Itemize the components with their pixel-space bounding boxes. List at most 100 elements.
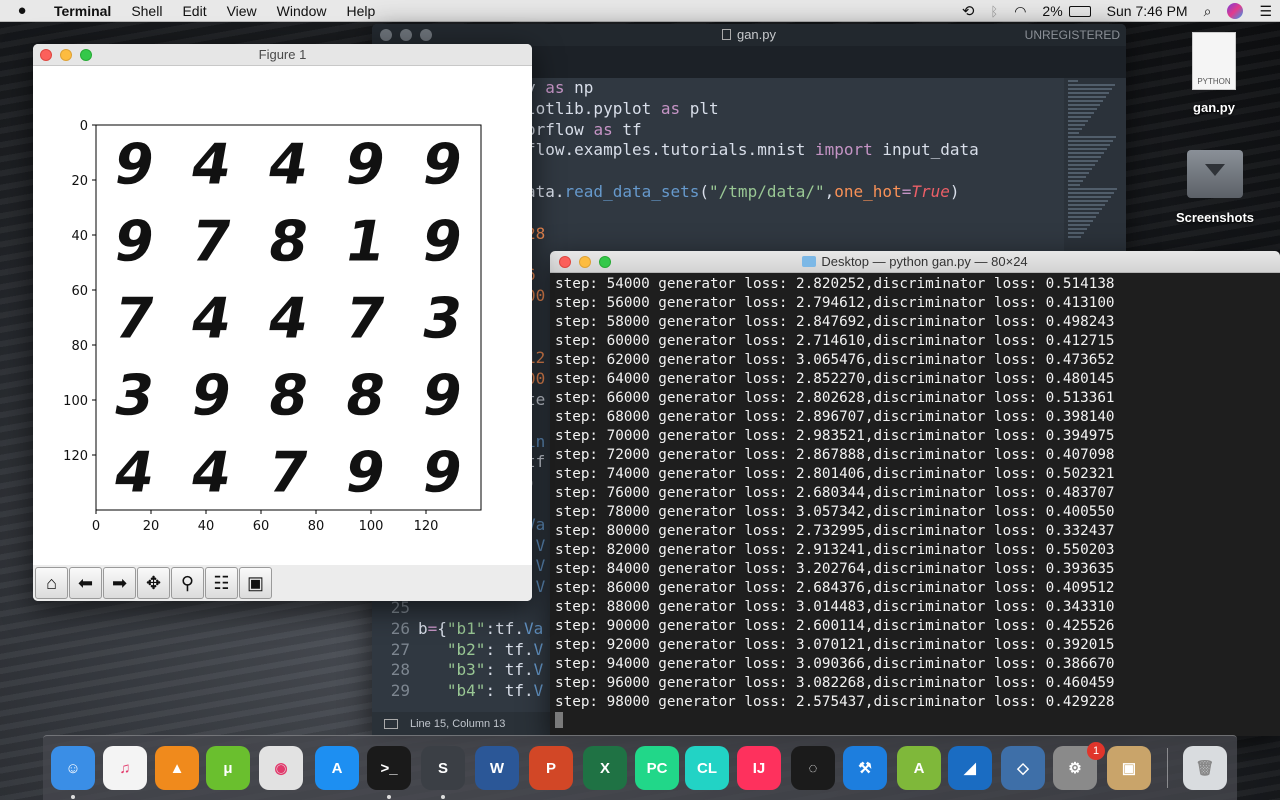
log-label: step: [555,295,607,311]
app-glyph: ♫ [119,759,131,777]
minimap-line [1068,216,1096,218]
preview-icon[interactable]: ▣ [1107,746,1151,790]
loss-value: 0.398140 [1045,409,1115,425]
trash-icon[interactable]: 🗑 [1183,746,1227,790]
notification-center-icon[interactable]: ☰ [1259,3,1272,20]
close-button[interactable] [559,256,571,268]
sync-app-icon[interactable]: ◌ [791,746,835,790]
terminal-line: step: 76000 generator loss: 2.680344,dis… [555,484,1115,503]
minimap[interactable] [1064,78,1126,278]
menu-view[interactable]: View [217,0,267,22]
mnist-samples-plot[interactable]: 9 4 4 9 99 7 8 1 97 4 4 7 33 9 8 8 94 4 7 9 9020406080100120… [33,67,532,565]
close-button[interactable] [40,49,52,61]
terminal-line: step: 88000 generator loss: 3.014483,dis… [555,598,1115,617]
bluetooth-icon[interactable]: ᛒ [990,4,998,19]
xcode-icon[interactable]: ⚒ [843,746,887,790]
loss-value: 70000 [606,428,650,444]
loss-value: 54000 [606,276,650,292]
zoom-button[interactable] [80,49,92,61]
finder-icon[interactable]: ☺ [51,746,95,790]
apple-menu-icon[interactable]: ● [0,2,44,19]
panel-toggle-icon[interactable] [384,719,398,729]
menu-shell[interactable]: Shell [121,0,172,22]
menu-help[interactable]: Help [336,0,385,22]
app-store-icon[interactable]: A [315,746,359,790]
loss-value: 96000 [606,675,650,691]
desktop-folder-screenshots[interactable]: Screenshots [1170,150,1260,225]
close-button[interactable] [380,29,392,41]
pycharm-icon[interactable]: PC [635,746,679,790]
battery-icon[interactable] [1068,5,1091,17]
app-glyph: A [913,759,925,777]
minimap-line [1068,236,1081,238]
code-token: as [660,98,681,118]
terminal-output[interactable]: step: 54000 generator loss: 2.820252,dis… [555,275,1115,731]
menu-edit[interactable]: Edit [172,0,216,22]
minimap-line [1068,104,1100,106]
loss-value: 0.502321 [1045,466,1115,482]
virtualbox-icon[interactable]: ◇ [1001,746,1045,790]
editor-titlebar: gan.py UNREGISTERED [372,24,1126,46]
desktop-file-gan-py[interactable]: PYTHON gan.py [1176,32,1252,115]
chrome-icon[interactable]: ◉ [259,746,303,790]
terminal-line: step: 54000 generator loss: 2.820252,dis… [555,275,1115,294]
log-label: step: [555,409,607,425]
minimize-button[interactable] [60,49,72,61]
powerpoint-icon[interactable]: P [529,746,573,790]
terminal-line: step: 62000 generator loss: 3.065476,dis… [555,351,1115,370]
terminal-icon[interactable]: >_ [367,746,411,790]
vlc-icon[interactable]: ▲ [155,746,199,790]
utorrent-icon[interactable]: μ [206,746,250,790]
home-icon[interactable]: ⌂ [35,567,68,599]
siri-icon[interactable] [1227,3,1244,19]
app-glyph: P [545,759,556,777]
pan-icon[interactable]: ✥ [137,567,170,599]
back-arrow-icon[interactable]: ⬅ [69,567,102,599]
menu-app-name[interactable]: Terminal [44,0,121,22]
log-label: step: [555,523,607,539]
battery-percent[interactable]: 2% [1042,3,1062,19]
minimize-button[interactable] [400,29,412,41]
word-icon[interactable]: W [475,746,519,790]
configure-icon[interactable]: ☷ [205,567,238,599]
loss-value: 98000 [606,694,650,710]
log-label: generator loss: [649,485,797,501]
loss-value: 0.514138 [1045,276,1115,292]
minimap-line [1068,176,1086,178]
minimap-line [1068,148,1107,150]
minimap-line [1068,140,1113,142]
minimize-button[interactable] [579,256,591,268]
android-studio-icon[interactable]: A [897,746,941,790]
wireshark-icon[interactable]: ◢ [948,746,992,790]
log-label: step: [555,504,607,520]
log-label: ,discriminator loss: [864,409,1046,425]
wifi-icon[interactable]: ◠ [1014,3,1026,20]
cursor [555,712,563,728]
zoom-button[interactable] [420,29,432,41]
log-label: ,discriminator loss: [864,580,1046,596]
y-tick-label: 80 [71,339,88,354]
sublime-text-icon[interactable]: S [421,746,465,790]
code-token: { [437,618,447,638]
spotlight-search-icon[interactable]: ⌕ [1204,3,1212,20]
clock[interactable]: Sun 7:46 PM [1107,3,1188,19]
time-machine-icon[interactable]: ⟲ [962,2,975,20]
log-label: ,discriminator loss: [864,523,1046,539]
excel-icon[interactable]: X [583,746,627,790]
log-label: ,discriminator loss: [864,428,1046,444]
log-label: generator loss: [649,314,797,330]
menu-window[interactable]: Window [267,0,337,22]
zoom-icon[interactable]: ⚲ [171,567,204,599]
log-label: ,discriminator loss: [864,447,1046,463]
save-icon[interactable]: ▣ [239,567,272,599]
minimap-line [1068,220,1093,222]
intellij-icon[interactable]: IJ [737,746,781,790]
itunes-icon[interactable]: ♫ [103,746,147,790]
terminal-line: step: 64000 generator loss: 2.852270,dis… [555,370,1115,389]
zoom-button[interactable] [599,256,611,268]
app-glyph: ◉ [274,760,288,777]
minimap-line [1068,204,1105,206]
code-token: V [533,660,544,680]
forward-arrow-icon[interactable]: ➡ [103,567,136,599]
clion-icon[interactable]: CL [685,746,729,790]
